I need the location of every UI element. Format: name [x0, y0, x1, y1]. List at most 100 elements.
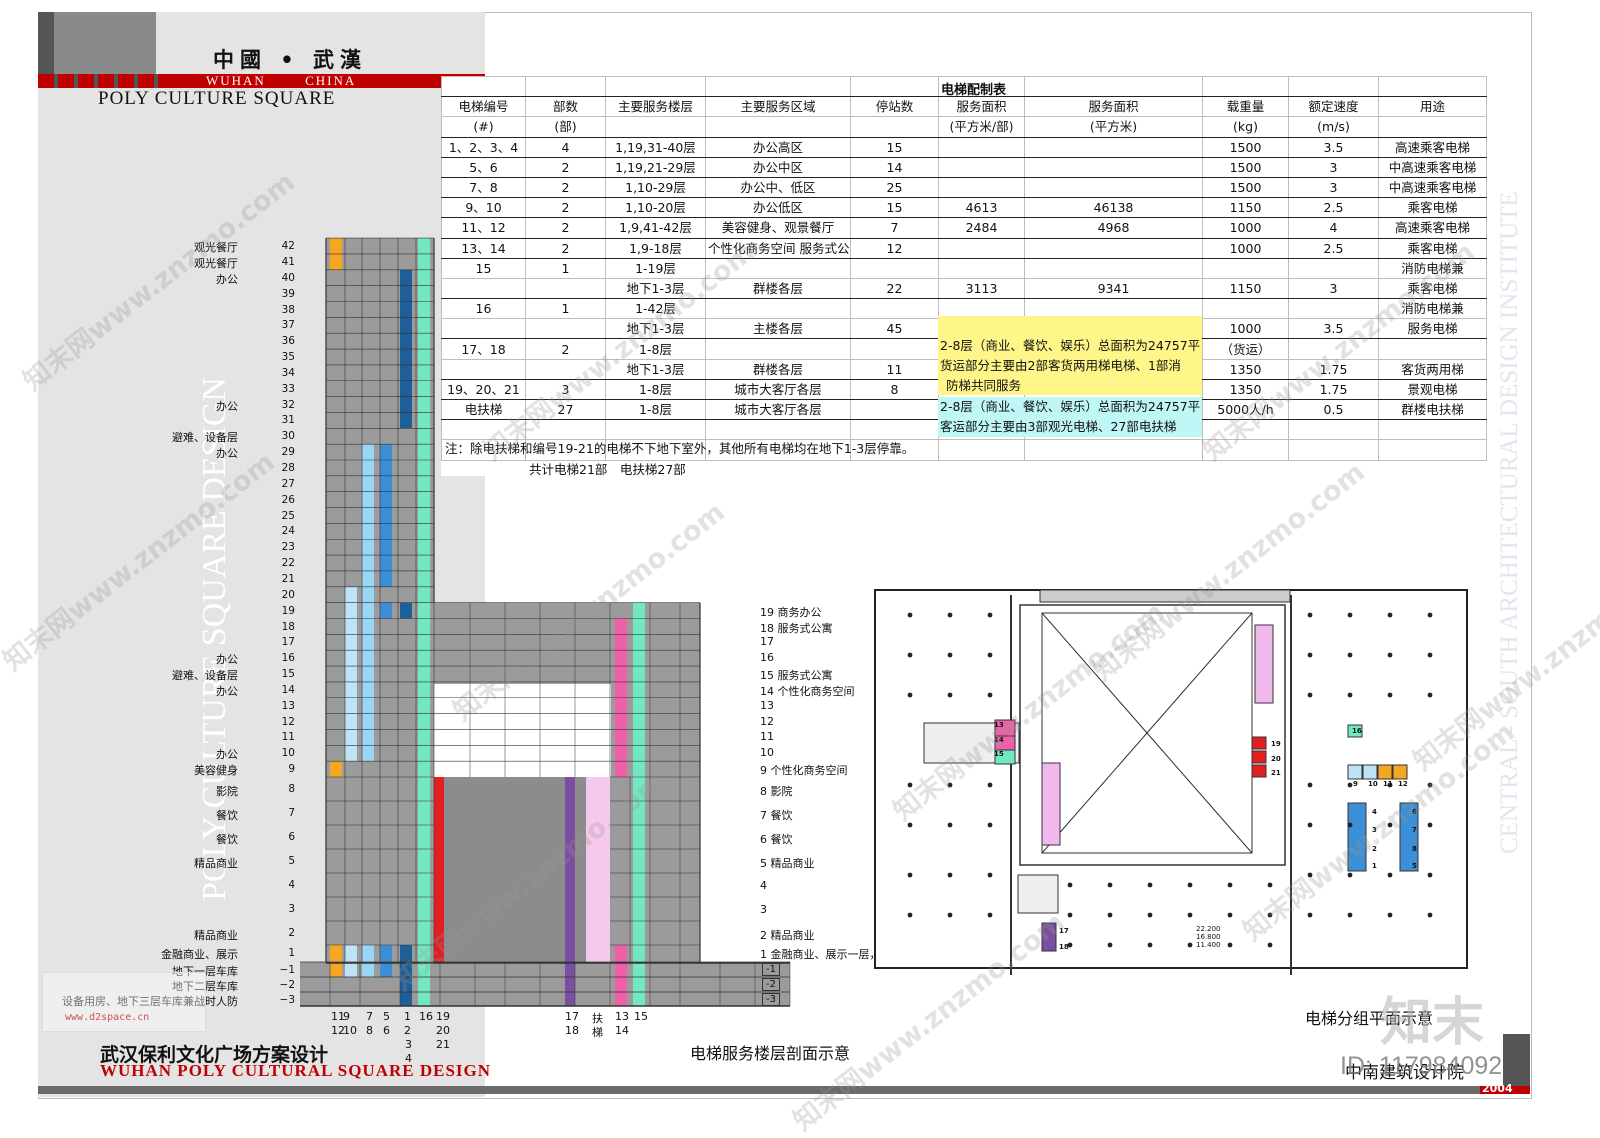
table-row-cell — [1024, 156, 1203, 178]
shaft-label: 18 — [565, 1024, 579, 1037]
table-row-cell: 1150 — [1202, 277, 1289, 300]
dim-3: 11.400 — [1196, 941, 1221, 949]
table-row-cell — [1288, 298, 1379, 320]
table-row-cell: 乘客电梯 — [1378, 197, 1487, 219]
table-title-row-cell — [850, 75, 939, 98]
table-title: 电梯配制表 — [941, 83, 1007, 98]
right-floor-label: 18 服务式公寓 — [760, 621, 833, 635]
right-floor-label: 19 商务办公 — [760, 605, 822, 619]
column-dot — [987, 782, 993, 788]
column-dot — [1427, 822, 1433, 828]
column-dot — [947, 612, 953, 618]
column-dot — [947, 912, 953, 918]
column-dot — [987, 692, 993, 698]
elevator-shaft — [400, 602, 412, 619]
right-floor-label: 13 — [760, 698, 774, 712]
shaft-label: 1 — [404, 1010, 411, 1023]
column-dot — [1107, 942, 1113, 948]
table-row-cell: 3.5 — [1288, 318, 1379, 340]
table-row-cell: 8 — [850, 378, 939, 401]
column-dot — [1147, 942, 1153, 948]
right-floor-label: 6 餐饮 — [760, 833, 793, 846]
table-row-cell: 25 — [850, 176, 939, 199]
floor-function-label: 精品商业 — [194, 929, 238, 942]
floor-number: 14 — [281, 683, 295, 696]
floor-number: 2 — [288, 927, 295, 939]
floor-number: 20 — [281, 588, 295, 601]
floor-function-label: 精品商业 — [194, 857, 238, 870]
table-row-cell: 乘客电梯 — [1378, 237, 1487, 259]
table-row-cell: 1350 — [1202, 378, 1289, 401]
floor-number: 6 — [288, 831, 295, 843]
table-subheader-row-cell: (平方米) — [1024, 116, 1203, 138]
floor-number: 27 — [281, 477, 295, 490]
plan-elev-19 — [1251, 736, 1267, 750]
shaft-label: 20 — [436, 1024, 450, 1037]
elevator-shaft — [400, 945, 412, 1006]
column-dot — [907, 652, 913, 658]
table-row-cell: 9341 — [1024, 277, 1203, 300]
floor-number: 8 — [288, 783, 295, 795]
table-row-cell — [850, 398, 939, 421]
column-dot — [1307, 782, 1313, 788]
floor-number: 31 — [281, 414, 295, 427]
table-row-cell: 2.5 — [1288, 197, 1379, 219]
right-floor-label: 7 餐饮 — [760, 809, 793, 822]
column-dot — [907, 822, 913, 828]
column-dot — [987, 822, 993, 828]
right-floor-label: 10 — [760, 746, 774, 760]
floor-number: 16 — [281, 652, 295, 665]
table-row-cell: 消防电梯兼 — [1378, 298, 1487, 320]
right-floor-label: 17 — [760, 635, 774, 649]
table-row-cell: 15 — [850, 136, 939, 158]
floor-number: 32 — [281, 398, 295, 411]
elevator-shaft — [615, 945, 627, 1006]
floor-number: 4 — [288, 879, 295, 891]
shaft-label: 9 — [343, 1010, 350, 1023]
table-row-cell: 5000人/h — [1202, 398, 1289, 421]
column-dot — [1307, 652, 1313, 658]
right-floor-label: 8 影院 — [760, 785, 793, 798]
shaft-label: 19 — [436, 1010, 450, 1023]
table-row-cell — [938, 257, 1025, 279]
floor-number: 17 — [281, 636, 295, 649]
table-row-cell: 2.5 — [1288, 237, 1379, 259]
escalator-1 — [1254, 624, 1274, 704]
column-dot — [987, 612, 993, 618]
column-dot — [1267, 912, 1273, 918]
plan-elev-12 — [1392, 764, 1408, 780]
floor-function-label: 避难、设备层 — [172, 431, 238, 445]
shaft-label: 14 — [615, 1024, 629, 1037]
table-row-cell — [850, 257, 939, 279]
table-row-cell: 11 — [850, 358, 939, 380]
plan-elevator-tag: 10 — [1368, 780, 1378, 788]
floor-number: 9 — [288, 763, 295, 776]
table-row-cell: 1000 — [1202, 318, 1289, 340]
plan-elevator-tag: 16 — [1352, 727, 1362, 735]
column-dot — [947, 872, 953, 878]
elevator-section-diagram — [300, 237, 791, 1007]
table-header-row-cell: 用途 — [1378, 96, 1487, 118]
table-footnote-row-cell — [1378, 419, 1487, 441]
floor-number: 39 — [281, 287, 295, 300]
table-row-cell: 乘客电梯 — [1378, 277, 1487, 300]
column-dot — [907, 692, 913, 698]
table-total-row-cell — [1024, 439, 1203, 461]
floor-function-label: 影院 — [216, 785, 238, 798]
floor-number: 11 — [281, 731, 295, 744]
floor-number: 29 — [281, 446, 295, 459]
plan-elevator-tag: 17 — [1059, 927, 1069, 935]
floor-number: 26 — [281, 493, 295, 506]
plan-elev-10 — [1362, 764, 1378, 780]
right-floor-label: 5 精品商业 — [760, 857, 815, 870]
column-dot — [987, 652, 993, 658]
right-floor-label: 15 服务式公寓 — [760, 669, 833, 683]
table-row-cell: 客货两用梯 — [1378, 358, 1487, 380]
column-dot — [907, 872, 913, 878]
floor-number: −3 — [279, 994, 295, 1006]
table-row-cell — [938, 136, 1025, 158]
plan-elev-9 — [1347, 764, 1363, 780]
floor-function-label: 餐饮 — [216, 833, 238, 846]
plan-elevator-tag: 13 — [994, 721, 1004, 729]
elevator-group-plan — [874, 589, 1468, 975]
